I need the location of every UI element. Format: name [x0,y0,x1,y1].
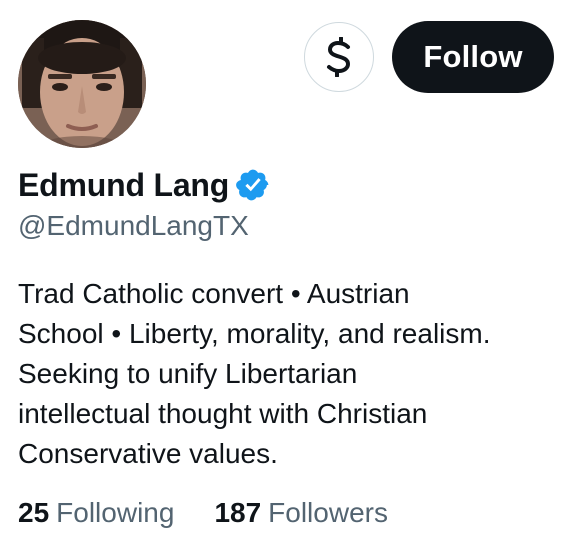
tip-button[interactable] [304,22,374,92]
followers-count: 187 [214,497,262,528]
bio-line: intellectual thought with Christian [18,398,428,429]
bio-line: School • Liberty, morality, and realism. [18,318,491,349]
profile-bio: Trad Catholic convert • Austrian School … [18,274,558,474]
follow-button[interactable]: Follow [392,21,554,93]
profile-avatar[interactable] [18,20,146,148]
verified-badge-icon[interactable] [235,167,271,203]
bio-line: Trad Catholic convert • Austrian [18,278,410,309]
display-name: Edmund Lang [18,166,230,203]
bio-line: Conservative values. [18,438,278,469]
follow-button-label: Follow [423,39,523,74]
bio-line: Seeking to unify Libertarian [18,358,358,389]
followers-label: Followers [268,497,388,528]
profile-handle: @EdmundLangTX [18,210,249,241]
following-label: Following [56,497,175,528]
profile-stats: 25 Following 187 Followers [18,497,388,529]
following-link[interactable]: 25 Following [18,497,174,529]
following-count: 25 [18,497,50,528]
name-row: Edmund Lang [18,164,271,206]
dollar-sign-icon [327,37,350,77]
avatar-portrait [18,20,146,148]
followers-link[interactable]: 187 Followers [214,497,388,529]
